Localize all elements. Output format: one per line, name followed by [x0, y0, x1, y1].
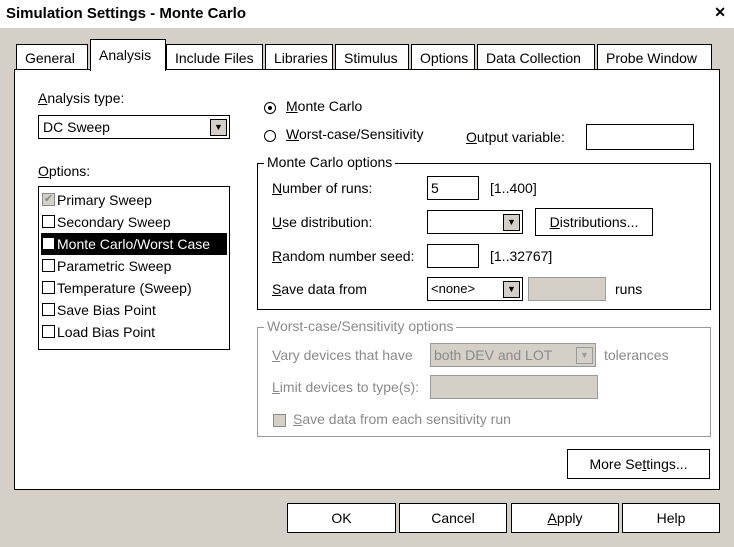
- analysis-type-label: Analysis type:: [38, 90, 125, 106]
- close-icon[interactable]: ✕: [714, 4, 726, 21]
- checkbox-icon[interactable]: [42, 281, 55, 294]
- tab-analysis[interactable]: Analysis: [90, 39, 166, 71]
- tab-general[interactable]: General: [16, 44, 88, 70]
- more-settings-button[interactable]: More Settings...: [567, 449, 710, 479]
- seed-range: [1..32767]: [490, 248, 553, 264]
- seed-label: Random number seed:: [272, 248, 415, 264]
- chevron-down-icon[interactable]: ▼: [503, 214, 520, 231]
- runs-range: [1..400]: [490, 180, 537, 196]
- chevron-down-icon[interactable]: ▼: [210, 119, 227, 136]
- tab-include-files[interactable]: Include Files: [166, 44, 263, 70]
- list-item[interactable]: ✔ Monte Carlo/Worst Case: [41, 233, 227, 255]
- checkbox-icon[interactable]: [42, 259, 55, 272]
- tab-options[interactable]: Options: [411, 44, 475, 70]
- apply-button[interactable]: Apply: [511, 503, 619, 533]
- checkbox-icon[interactable]: [42, 325, 55, 338]
- seed-input[interactable]: [427, 244, 479, 268]
- vary-devices-label: Vary devices that have: [272, 347, 413, 363]
- save-each-label: Save data from each sensitivity run: [293, 411, 511, 427]
- monte-carlo-radio[interactable]: [264, 102, 276, 114]
- output-variable-field[interactable]: [586, 124, 694, 150]
- checkbox-checked-icon[interactable]: ✔: [42, 237, 55, 250]
- list-item[interactable]: Load Bias Point: [41, 321, 227, 343]
- list-item[interactable]: ✔ Primary Sweep: [41, 189, 227, 211]
- tab-probe-window[interactable]: Probe Window: [597, 44, 712, 70]
- output-variable-label: Output variable:: [466, 129, 565, 145]
- help-button[interactable]: Help: [622, 503, 720, 533]
- worst-case-label[interactable]: Worst-case/Sensitivity: [286, 126, 423, 142]
- distribution-select[interactable]: ▼: [427, 210, 523, 234]
- worst-case-radio[interactable]: [264, 130, 276, 142]
- worst-case-options-title: Worst-case/Sensitivity options: [264, 318, 457, 334]
- runs-label: Number of runs:: [272, 180, 373, 196]
- checkbox-checked-icon[interactable]: ✔: [42, 193, 55, 206]
- analysis-type-value: DC Sweep: [43, 119, 110, 135]
- save-data-select[interactable]: <none> ▼: [427, 277, 523, 301]
- list-item[interactable]: Parametric Sweep: [41, 255, 227, 277]
- tab-libraries[interactable]: Libraries: [265, 44, 333, 70]
- list-item[interactable]: Save Bias Point: [41, 299, 227, 321]
- limit-devices-field: [430, 375, 598, 399]
- chevron-down-icon: ▼: [576, 347, 593, 364]
- vary-devices-select: both DEV and LOT ▼: [430, 343, 596, 367]
- runs-input[interactable]: 5: [427, 176, 479, 200]
- limit-devices-label: Limit devices to type(s):: [272, 379, 420, 395]
- options-list: ✔ Primary Sweep Secondary Sweep ✔ Monte …: [38, 186, 230, 350]
- list-item[interactable]: Temperature (Sweep): [41, 277, 227, 299]
- ok-button[interactable]: OK: [287, 503, 396, 533]
- analysis-type-select[interactable]: DC Sweep ▼: [38, 115, 230, 139]
- runs-suffix: runs: [615, 281, 643, 297]
- save-data-label: Save data from: [272, 281, 367, 297]
- tolerances-label: tolerances: [604, 347, 669, 363]
- chevron-down-icon[interactable]: ▼: [503, 281, 520, 298]
- distributions-button[interactable]: Distributions...: [535, 208, 653, 236]
- title-bar: Simulation Settings - Monte Carlo ✕: [0, 0, 734, 29]
- checkbox-icon[interactable]: [42, 215, 55, 228]
- cancel-button[interactable]: Cancel: [399, 503, 507, 533]
- save-each-checkbox: [273, 414, 286, 427]
- monte-carlo-options-title: Monte Carlo options: [264, 154, 396, 170]
- list-item[interactable]: Secondary Sweep: [41, 211, 227, 233]
- tab-stimulus[interactable]: Stimulus: [335, 44, 409, 70]
- save-data-count: [528, 277, 606, 301]
- tab-data-collection[interactable]: Data Collection: [477, 44, 595, 70]
- checkbox-icon[interactable]: [42, 303, 55, 316]
- options-label: Options:: [38, 163, 91, 179]
- window-title: Simulation Settings - Monte Carlo: [6, 5, 247, 22]
- distribution-label: Use distribution:: [272, 214, 373, 230]
- monte-carlo-label[interactable]: Monte Carlo: [286, 98, 362, 114]
